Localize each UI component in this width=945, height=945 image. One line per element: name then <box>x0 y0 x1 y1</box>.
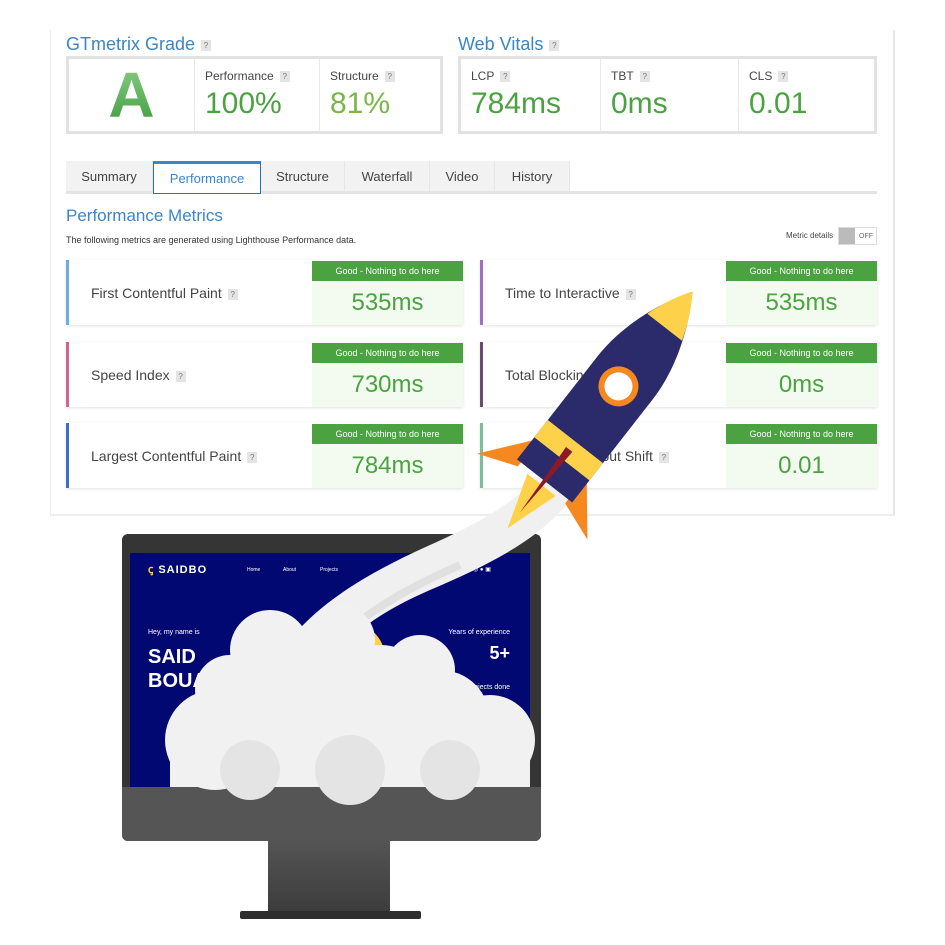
rocket-illustration <box>165 291 693 805</box>
